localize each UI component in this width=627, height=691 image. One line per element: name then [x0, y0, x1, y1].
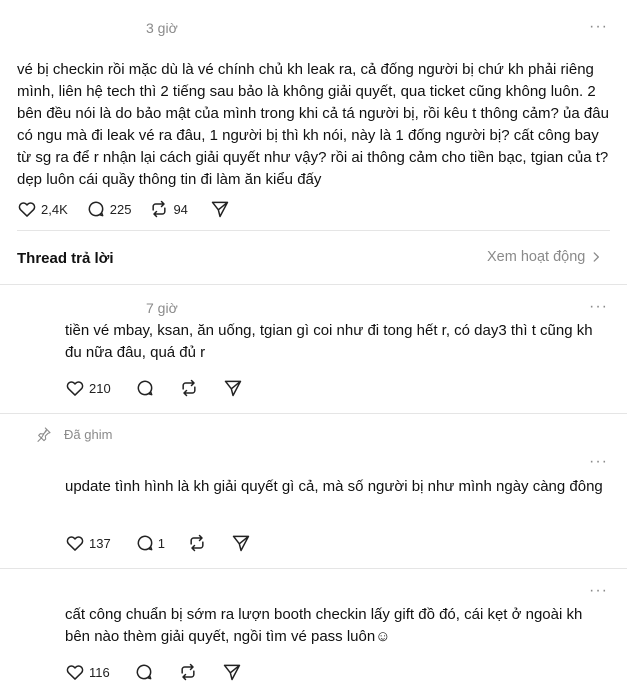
reply-timestamp: 7 giờ	[146, 300, 178, 316]
send-icon	[224, 380, 241, 397]
comment-icon	[136, 664, 152, 680]
divider	[0, 413, 627, 414]
like-button[interactable]: 137	[65, 533, 111, 553]
like-button[interactable]: 210	[65, 378, 111, 398]
reply-actions: 210	[65, 376, 243, 400]
heart-icon	[66, 665, 84, 680]
pinned-label: Đã ghim	[64, 426, 113, 442]
repost-button[interactable]: 94	[149, 199, 188, 219]
comment-button[interactable]	[134, 662, 154, 682]
divider	[0, 568, 627, 569]
post-timestamp: 3 giờ	[146, 20, 178, 36]
comment-icon	[137, 380, 153, 396]
comment-button[interactable]: 225	[86, 199, 132, 219]
comment-icon	[88, 201, 104, 217]
reply-actions: 137 1	[65, 531, 251, 555]
send-icon	[223, 664, 240, 681]
pin-icon	[37, 427, 51, 442]
like-button[interactable]: 2,4K	[17, 199, 68, 219]
reply-actions: 116	[65, 660, 242, 684]
heart-icon	[18, 202, 36, 217]
pinned-indicator: Đã ghim	[36, 426, 112, 442]
more-options-icon[interactable]: ···	[589, 298, 608, 316]
thread-replies-title: Thread trả lời	[17, 250, 114, 267]
reply-text: cất công chuẩn bị sớm ra lượn booth chec…	[65, 606, 583, 645]
more-options-icon[interactable]: ···	[589, 453, 608, 471]
post-text: vé bị checkin rồi mặc dù là vé chính chủ…	[17, 61, 609, 188]
share-button[interactable]	[210, 199, 230, 219]
like-button[interactable]: 116	[65, 662, 110, 682]
more-options-icon[interactable]: ···	[589, 18, 608, 36]
post-actions: 2,4K 225 94	[17, 197, 230, 221]
comment-count: 225	[109, 201, 132, 217]
repost-button[interactable]	[179, 378, 199, 398]
like-count: 116	[89, 664, 110, 680]
repost-icon	[182, 379, 196, 397]
heart-icon	[66, 536, 84, 551]
repost-icon	[181, 663, 195, 681]
repost-icon	[152, 200, 167, 218]
like-count: 210	[89, 380, 111, 396]
chevron-right-icon	[593, 252, 600, 262]
reply-text: update tình hình là kh giải quyết gì cả,…	[65, 478, 603, 495]
comment-icon	[137, 535, 153, 551]
more-options-icon[interactable]: ···	[589, 582, 608, 600]
divider	[0, 284, 627, 285]
like-count: 137	[89, 535, 111, 551]
send-icon	[211, 201, 229, 218]
repost-button[interactable]	[187, 533, 207, 553]
share-button[interactable]	[222, 662, 242, 682]
repost-button[interactable]	[178, 662, 198, 682]
share-button[interactable]	[223, 378, 243, 398]
repost-count: 94	[173, 201, 188, 217]
like-count: 2,4K	[41, 201, 68, 217]
divider	[17, 230, 610, 231]
heart-icon	[66, 381, 84, 396]
comment-button[interactable]: 1	[135, 533, 165, 553]
view-activity-link[interactable]: Xem hoạt động	[487, 249, 603, 265]
send-icon	[232, 535, 250, 552]
comment-count: 1	[157, 535, 165, 551]
comment-button[interactable]	[135, 378, 155, 398]
repost-icon	[190, 534, 204, 552]
view-activity-label: Xem hoạt động	[487, 249, 586, 265]
reply-text: tiền vé mbay, ksan, ăn uống, tgian gì co…	[65, 322, 593, 361]
share-button[interactable]	[231, 533, 251, 553]
